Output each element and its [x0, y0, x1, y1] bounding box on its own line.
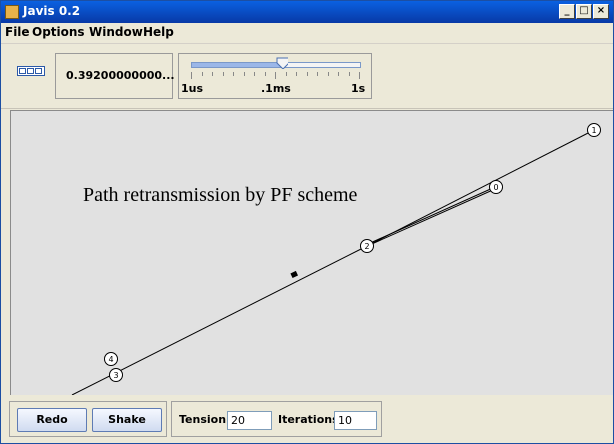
slider-tick: [296, 72, 297, 76]
link-2-0-b: [367, 186, 496, 245]
slider-tick: [212, 72, 213, 76]
node-1[interactable]: 1: [587, 123, 601, 137]
node-2[interactable]: 2: [360, 239, 374, 253]
slider-tick: [264, 72, 266, 76]
menu-file[interactable]: File: [5, 25, 30, 39]
layout-params-group: Tension Iterations: [171, 401, 382, 437]
tick-label-1s: 1s: [351, 82, 366, 95]
time-display: 0.39200000000...: [55, 53, 175, 99]
node-2-label: 2: [364, 242, 369, 251]
speed-slider-panel: 1us .1ms 1s: [178, 53, 372, 99]
node-4-label: 4: [108, 355, 113, 364]
packet-marker: [290, 270, 298, 278]
toolbar: 0.39200000000... 1us .1ms 1s: [1, 44, 613, 109]
slider-tick: [306, 72, 308, 76]
node-1-label: 1: [591, 126, 596, 135]
redo-button[interactable]: Redo: [17, 408, 87, 432]
canvas-title: Path retransmission by PF scheme: [83, 184, 358, 206]
slider-tick: [359, 72, 360, 79]
maximize-button[interactable]: □: [576, 4, 592, 19]
menu-bar: File Options Window Help: [1, 23, 613, 44]
slider-tick: [317, 72, 318, 76]
layout-toggle-icon[interactable]: [17, 66, 45, 76]
node-3-label: 3: [113, 371, 118, 380]
slider-tick: [327, 72, 329, 76]
window-title: Javis 0.2: [23, 4, 81, 18]
tick-label-100ms: .1ms: [261, 82, 291, 95]
node-4[interactable]: 4: [104, 352, 118, 366]
time-value: 0.39200000000...: [66, 69, 175, 82]
close-button[interactable]: ×: [593, 4, 609, 19]
menu-window[interactable]: Window: [89, 25, 143, 39]
iterations-label: Iterations: [278, 413, 339, 426]
iterations-input[interactable]: [334, 411, 377, 430]
network-graph[interactable]: 1 0 2 4 3: [11, 111, 613, 395]
slider-tick: [191, 72, 192, 79]
node-3[interactable]: 3: [109, 368, 123, 382]
node-0-label: 0: [493, 183, 498, 192]
speed-slider-thumb-icon[interactable]: [276, 57, 289, 69]
slider-tick: [285, 72, 287, 76]
slider-tick: [201, 72, 203, 76]
slider-tick: [348, 72, 350, 76]
slider-tick: [275, 72, 276, 79]
title-bar[interactable]: Javis 0.2 _ □ ×: [1, 1, 613, 23]
speed-slider-fill: [192, 63, 285, 67]
slider-tick: [233, 72, 234, 76]
slider-tick: [254, 72, 255, 76]
tension-label: Tension: [179, 413, 227, 426]
slider-tick: [243, 72, 245, 76]
slider-ticks: [191, 72, 361, 80]
menu-options[interactable]: Options: [32, 25, 85, 39]
slider-tick: [222, 72, 224, 76]
bottom-panel: Redo Shake Tension Iterations: [1, 395, 613, 443]
slider-tick: [338, 72, 339, 76]
link-2-0-a: [364, 188, 496, 248]
shake-button[interactable]: Shake: [92, 408, 162, 432]
java-app-icon: [5, 5, 19, 19]
menu-help[interactable]: Help: [143, 25, 174, 39]
app-window: Javis 0.2 _ □ × File Options Window Help…: [0, 0, 614, 444]
tension-input[interactable]: [227, 411, 272, 430]
network-canvas[interactable]: 1 0 2 4 3 Path retransmission by PF sche…: [10, 110, 613, 396]
tick-label-1us: 1us: [181, 82, 204, 95]
node-0[interactable]: 0: [489, 180, 503, 194]
layout-buttons-group: Redo Shake: [9, 401, 167, 437]
minimize-button[interactable]: _: [559, 4, 575, 19]
